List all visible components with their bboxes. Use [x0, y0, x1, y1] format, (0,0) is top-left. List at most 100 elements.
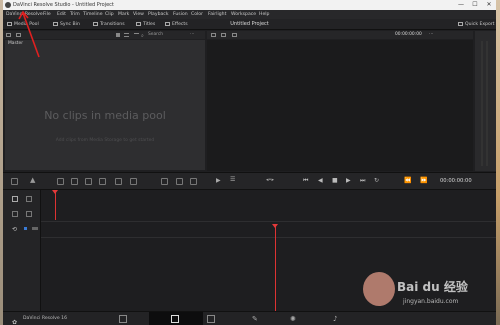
resolve-logo-icon: ✿ [12, 319, 18, 325]
lower-playhead[interactable] [275, 224, 276, 311]
menu-timeline[interactable]: Timeline [83, 10, 103, 19]
menu-playback[interactable]: Playback [148, 10, 169, 19]
viewer-mode-icon[interactable] [211, 33, 216, 37]
source-overwrite-icon[interactable] [176, 178, 183, 185]
menu-mark[interactable]: Mark [118, 10, 129, 19]
media-pool-panel[interactable]: Master No clips in media pool Add clips … [5, 40, 205, 170]
page-fairlight-icon[interactable]: ♪ [333, 315, 341, 323]
fit-to-fill-icon[interactable] [190, 178, 197, 185]
play-icon[interactable]: ▶ [346, 177, 353, 184]
resolve-window: DaVinci Resolve Studio - Untitled Projec… [3, 0, 496, 325]
overwrite-clip-icon[interactable] [71, 178, 78, 185]
search-label[interactable]: Search [148, 31, 163, 39]
warning-icon[interactable]: ▲ [30, 176, 37, 184]
viewer-zoom-icon[interactable] [232, 33, 237, 37]
page-fusion-icon[interactable]: ✎ [252, 315, 260, 323]
lower-playhead-handle[interactable] [272, 224, 278, 228]
close-up-icon[interactable] [161, 178, 168, 185]
annotation-arrow [18, 10, 40, 58]
titles-icon [136, 21, 141, 26]
resolve-app-icon [5, 2, 11, 8]
effects-button[interactable]: Effects [165, 19, 188, 30]
edit-tools-transport-bar: ▲ ▶ ☰ ◂•▸ ⏮ ◀ ■ ▶ ⏭ ↻ ⏪ ⏩ 00:00:00:00 [3, 172, 496, 190]
flag-icon[interactable] [24, 227, 27, 230]
title-bar: DaVinci Resolve Studio - Untitled Projec… [3, 0, 496, 10]
viewer-timecode-top: 00:00:00:00 [395, 32, 422, 37]
search-icon[interactable]: ⌕ [141, 32, 144, 40]
ripple-overwrite-icon[interactable] [130, 178, 137, 185]
place-on-top-icon[interactable] [99, 178, 106, 185]
timeline-options-icon[interactable] [11, 178, 18, 185]
play-reverse-icon[interactable]: ◀ [318, 177, 325, 184]
menu-view[interactable]: View [133, 10, 144, 19]
sync-bin-label: Sync Bin [60, 22, 80, 27]
transitions-label: Transitions [100, 22, 125, 27]
page-edit-icon[interactable] [207, 315, 215, 323]
menu-color[interactable]: Color [191, 10, 203, 19]
prev-edit-icon[interactable]: ⏪ [404, 177, 411, 184]
menu-bar: DaVinci Resolve File Edit Trim Timeline … [3, 10, 496, 19]
quick-export-label: Quick Export [465, 22, 495, 27]
grid-view-icon[interactable] [116, 33, 120, 37]
marker-icon[interactable] [32, 227, 38, 230]
maximize-icon[interactable]: ☐ [468, 0, 482, 10]
insert-clip-icon[interactable] [57, 178, 64, 185]
loop-icon[interactable]: ↻ [374, 177, 381, 184]
viewer-mode-toggle-icon[interactable]: ▶ [216, 177, 223, 184]
trim-tool-icon[interactable] [26, 196, 32, 202]
module-toolbar: Media Pool Sync Bin Transitions Titles E… [3, 19, 496, 30]
upper-playhead[interactable] [55, 190, 56, 220]
page-navigation-bar: ✿ DaVinci Resolve 16 ✎ ✺ ♪ [3, 311, 496, 325]
list-view-icon[interactable] [124, 33, 129, 37]
go-to-first-frame-icon[interactable]: ⏮ [303, 177, 310, 184]
minimize-icon[interactable]: — [454, 0, 468, 10]
link-icon[interactable]: ⟲ [12, 226, 17, 233]
titles-label: Titles [143, 22, 156, 27]
sync-bin-button[interactable]: Sync Bin [53, 19, 80, 30]
titles-button[interactable]: Titles [136, 19, 155, 30]
stop-icon[interactable]: ■ [332, 177, 339, 184]
menu-workspace[interactable]: Workspace [231, 10, 256, 19]
replace-clip-icon[interactable] [85, 178, 92, 185]
transport-timecode: 00:00:00:00 [440, 178, 472, 184]
menu-help[interactable]: Help [259, 10, 269, 19]
empty-pool-message: No clips in media pool [44, 109, 166, 122]
page-cut-icon[interactable] [171, 315, 179, 323]
upper-playhead-handle[interactable] [52, 190, 58, 194]
menu-edit[interactable]: Edit [57, 10, 66, 19]
transitions-icon [93, 21, 98, 26]
source-viewer[interactable] [207, 40, 473, 171]
audio-meter-right [486, 41, 488, 166]
watermark-brand: Bai du 经验 [397, 280, 468, 294]
jog-shuttle-icon[interactable]: ◂•▸ [266, 177, 274, 184]
sync-bin-icon [53, 21, 58, 26]
viewer-options-icon[interactable]: ⋯ [429, 31, 433, 39]
export-icon [458, 21, 463, 26]
selection-tool-icon[interactable] [12, 196, 18, 202]
blade-tool-icon[interactable] [12, 211, 18, 217]
close-icon[interactable]: ✕ [482, 0, 496, 10]
sort-icon[interactable] [134, 33, 139, 37]
page-color-icon[interactable]: ✺ [290, 315, 298, 323]
menu-fusion[interactable]: Fusion [173, 10, 188, 19]
viewer-header-bar: 00:00:00:00 ⋯ [207, 31, 473, 39]
empty-pool-hint: Add clips from Media Storage to get star… [55, 138, 155, 143]
effects-label: Effects [172, 22, 188, 27]
viewer-menu-icon[interactable]: ☰ [230, 176, 237, 183]
snapping-tool-icon[interactable] [26, 211, 32, 217]
menu-fairlight[interactable]: Fairlight [208, 10, 226, 19]
page-media-icon[interactable] [119, 315, 127, 323]
menu-trim[interactable]: Trim [70, 10, 80, 19]
timeline-ruler-divider [41, 221, 496, 222]
quick-export-button[interactable]: Quick Export [458, 19, 495, 30]
next-edit-icon[interactable]: ⏩ [420, 177, 427, 184]
desktop-edge-right [496, 0, 500, 325]
menu-clip[interactable]: Clip [105, 10, 114, 19]
more-options-icon[interactable]: ⋯ [190, 31, 194, 39]
transitions-button[interactable]: Transitions [93, 19, 125, 30]
effects-icon [165, 21, 170, 26]
go-to-last-frame-icon[interactable]: ⏭ [360, 177, 367, 184]
audio-meter-panel [475, 31, 496, 171]
viewer-layout-icon[interactable] [221, 33, 226, 37]
append-icon[interactable] [115, 178, 122, 185]
